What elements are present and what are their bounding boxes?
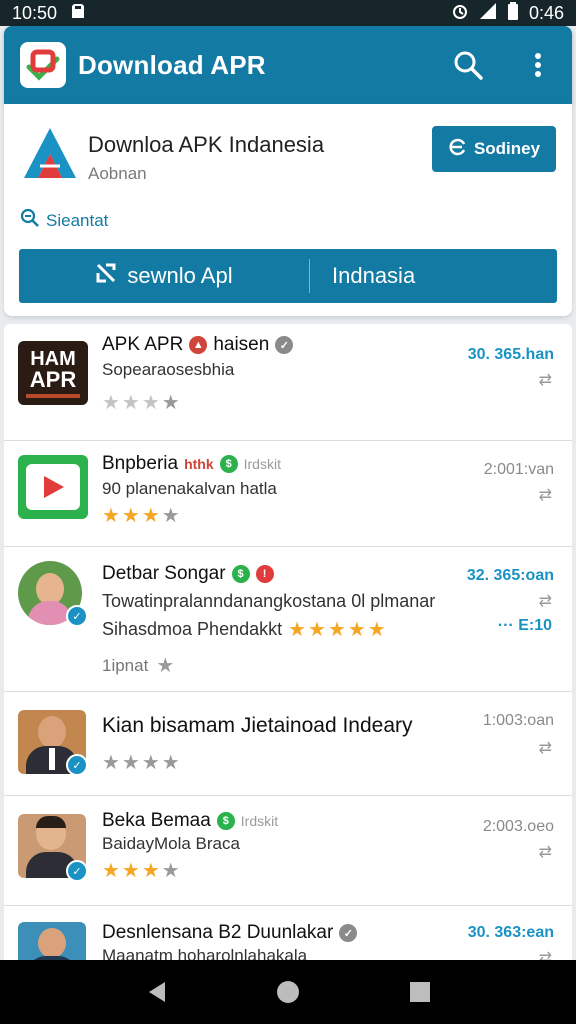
verified-badge-icon: ✓ (66, 754, 88, 776)
download-count: 30. 363:ean (467, 924, 554, 941)
battery-icon (507, 1, 519, 25)
check-badge-icon: ✓ (275, 336, 294, 354)
download-count: 1:003:oan (482, 712, 554, 729)
list-item-title: APK APR (102, 334, 184, 355)
app-list: HAM APR APK APR ▲ haisen ✓ Sopearaosesbh… (4, 324, 572, 960)
download-count: 2:003.oeo (482, 818, 554, 835)
tab-download-label: sewnlo Apl (127, 263, 233, 288)
header-action-label: Sodiney (473, 139, 541, 158)
list-item[interactable]: Desnlensana B2 Duunlakar ✓ Maanatm hohar… (4, 906, 572, 960)
list-item-title: Bnpberia (102, 453, 179, 474)
list-item-subtitle: Sopearaosesbhia (102, 360, 235, 379)
share-icon[interactable]: ⇄ (539, 370, 552, 390)
list-item-subtitle-2: Sihasdmoa Phendakkt (102, 619, 283, 639)
list-item-title: Beka Bemaa (102, 810, 211, 831)
header-subtitle: Aobnan (88, 164, 147, 183)
header-title: Downloa APK Indanesia (88, 132, 325, 157)
rating-stars: ★★★★ (102, 752, 182, 774)
thumbnail-text-2: APR (29, 366, 77, 392)
download-count-2: ··· E:10 (497, 617, 552, 634)
green-badge-icon: $ (219, 455, 238, 473)
list-item[interactable]: ✓ Detbar Songar $ ! Towatinpralanndanang… (4, 547, 572, 692)
header-search-link[interactable]: Sieantat (20, 208, 108, 233)
tab-indonesia[interactable]: Indnasia (310, 249, 557, 303)
list-item-extra: 1ipnat (102, 655, 149, 675)
share-icon[interactable]: ⇄ (539, 948, 552, 960)
check-badge-icon: ✓ (339, 924, 358, 942)
app-title: Download APR (78, 49, 266, 80)
download-count: 32. 365:oan (466, 567, 554, 584)
sd-card-icon (71, 3, 85, 24)
header-action-button[interactable]: Sodiney (432, 126, 556, 172)
alarm-icon (451, 2, 469, 25)
list-item-title: Kian bisamam Jietainoad Indeary (102, 714, 413, 737)
brand-logo-icon (20, 124, 80, 184)
rating-stars: ★★★★ (102, 505, 182, 527)
star-icon: ★ (156, 655, 175, 677)
list-item[interactable]: Bnpberia hthk $ Irdskit 90 planenakalvan… (4, 441, 572, 547)
more-options-icon[interactable] (520, 47, 556, 83)
app-bar: Download APR (4, 26, 572, 104)
list-item-title: Desnlensana B2 Duunlakar (102, 922, 334, 943)
list-item[interactable]: HAM APR APK APR ▲ haisen ✓ Sopearaosesbh… (4, 324, 572, 441)
header-search-label: Sieantat (46, 210, 109, 230)
app-thumbnail: HAM APR (18, 341, 88, 405)
verified-badge-icon: ✓ (66, 860, 88, 882)
avatar (18, 922, 86, 960)
download-count: 30. 365.han (467, 346, 554, 363)
list-item-red-tag: hthk (184, 456, 214, 472)
list-item-subtitle-2-wrap: Sihasdmoa Phendakkt ★★★★★ (102, 617, 388, 642)
play-icon (26, 464, 80, 510)
status-time-right: 0:46 (528, 2, 564, 23)
list-item-subtitle: BaidayMola Braca (102, 834, 240, 853)
list-item-subtitle: Towatinpralanndanangkostana 0l plmanar (102, 591, 436, 611)
status-time-left: 10:50 (12, 2, 58, 23)
list-item[interactable]: ✓ Beka Bemaa $ Irdskit BaidayMola Braca … (4, 796, 572, 906)
system-nav-bar (0, 960, 576, 1024)
list-item-extra-wrap: 1ipnat ★ (102, 653, 174, 678)
share-icon[interactable]: ⇄ (539, 591, 552, 611)
download-tab-icon (95, 262, 117, 290)
rating-stars: ★★★★★ (288, 619, 388, 641)
status-bar: 10:50 0:46 (0, 0, 576, 26)
rating-stars: ★★★★ (102, 860, 182, 882)
tab-download[interactable]: sewnlo Apl (19, 249, 309, 303)
list-item-subtitle: Maanatm hoharolnlahakala (102, 946, 308, 960)
header-card: Downloa APK Indanesia Aobnan Sodiney Sie… (4, 104, 572, 316)
share-icon[interactable]: ⇄ (539, 842, 552, 862)
green-badge-icon: $ (216, 812, 235, 830)
search-small-icon (20, 208, 40, 233)
list-item-tag: Irdskit (243, 456, 281, 472)
list-item[interactable]: ✓ Kian bisamam Jietainoad Indeary ★★★★ 1… (4, 692, 572, 796)
list-item-title-wrap: Detbar Songar $ ! (102, 563, 274, 585)
list-item-tag: haisen (213, 334, 270, 355)
rating-stars: ★★★★ (102, 392, 182, 414)
recents-icon[interactable] (400, 972, 440, 1012)
verified-badge-icon: ✓ (66, 605, 88, 627)
green-badge-icon: $ (231, 565, 250, 583)
list-item-title: Detbar Songar (102, 563, 226, 584)
app-thumbnail (18, 455, 88, 519)
alert-badge-icon: ! (255, 565, 274, 583)
list-item-tag: Irdskit (240, 813, 279, 829)
signal-icon (479, 2, 497, 25)
share-icon[interactable]: ⇄ (539, 738, 552, 758)
fire-badge-icon: ▲ (189, 336, 208, 354)
list-item-title-wrap: Desnlensana B2 Duunlakar ✓ (102, 922, 358, 944)
thumbnail-stripe (26, 393, 80, 398)
back-icon[interactable] (136, 972, 176, 1012)
header-tab-bar: sewnlo Apl Indnasia (19, 249, 557, 303)
sync-icon (448, 138, 468, 161)
list-item-subtitle: 90 planenakalvan hatla (102, 479, 277, 498)
list-item-title-wrap: Beka Bemaa $ Irdskit (102, 810, 278, 832)
list-item-title-wrap: APK APR ▲ haisen ✓ (102, 334, 294, 356)
list-item-title-wrap: Bnpberia hthk $ Irdskit (102, 453, 281, 475)
download-count: 2:001:van (483, 461, 554, 478)
search-icon[interactable] (450, 47, 486, 83)
share-icon[interactable]: ⇄ (539, 485, 552, 505)
home-icon[interactable] (268, 972, 308, 1012)
thumbnail-text-1: HAM (30, 347, 76, 370)
app-logo-icon (20, 42, 66, 88)
